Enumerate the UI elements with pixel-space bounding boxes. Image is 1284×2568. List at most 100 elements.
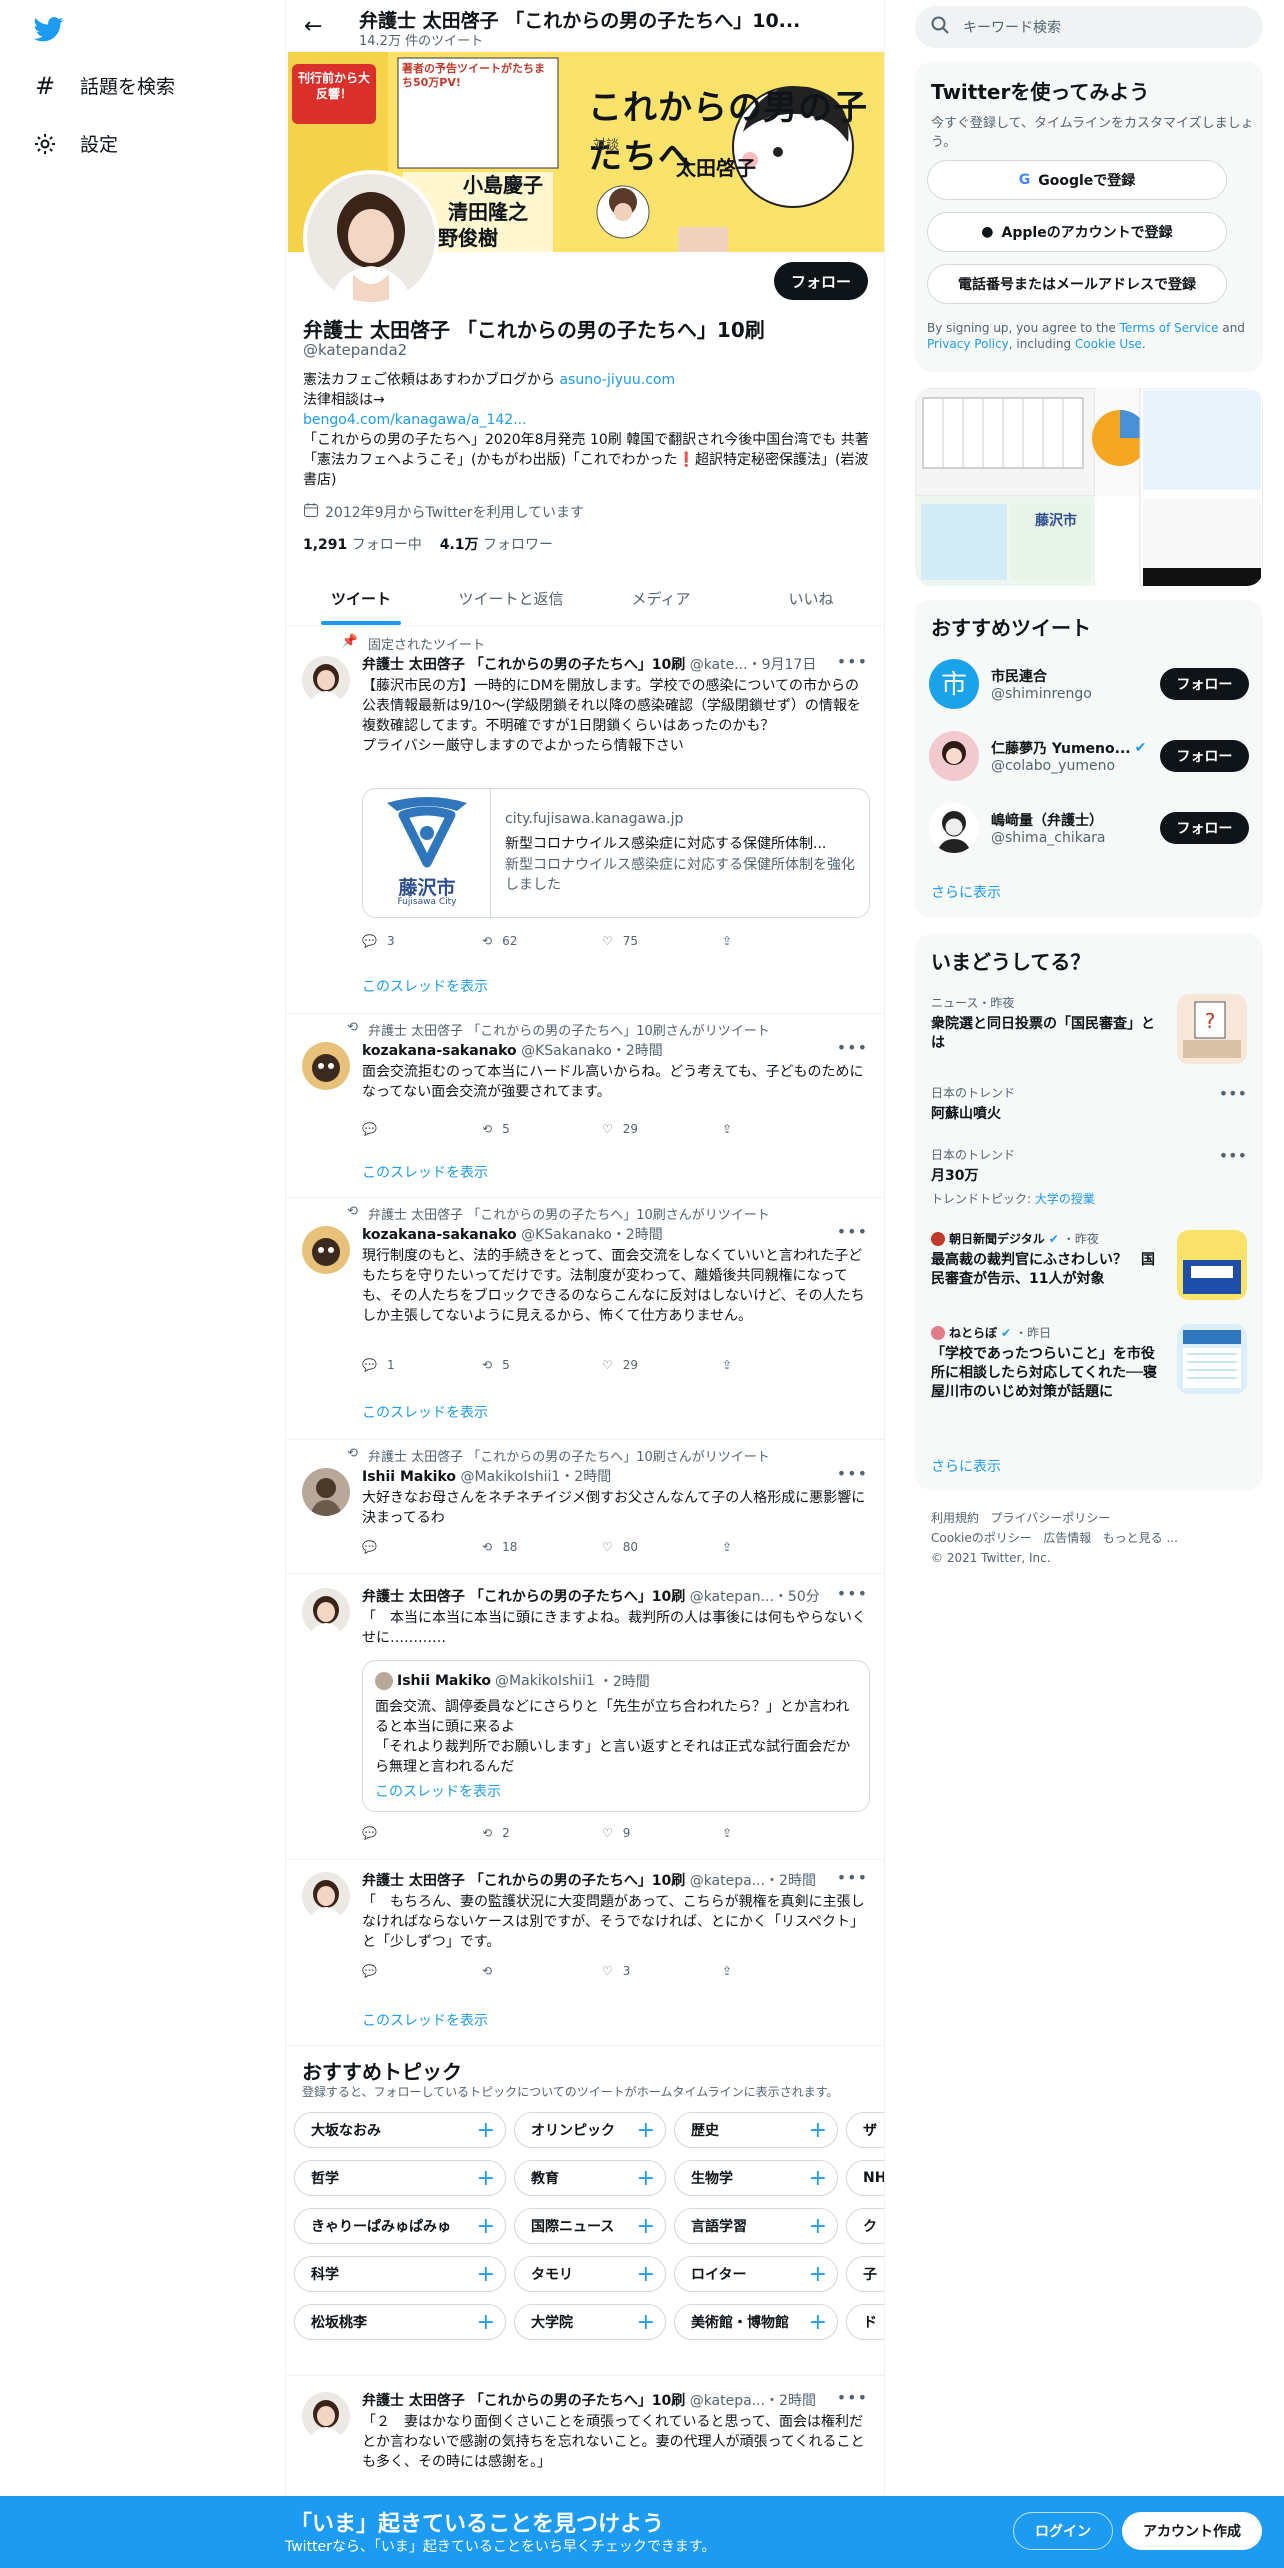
rec-follow-button[interactable]: フォロー [1159, 740, 1249, 772]
tweet-author[interactable]: 弁護士 太田啓子 「これからの男の子たちへ」10刷 [362, 1873, 685, 1889]
avatar[interactable] [302, 1042, 350, 1090]
topic-chip[interactable]: 生物学 + [674, 2160, 838, 2196]
avatar[interactable] [302, 1588, 350, 1636]
avatar[interactable] [302, 2392, 350, 2440]
rec-user-2[interactable]: 仁藤夢乃 Yumeno... ✔ @colabo_yumeno フォロー [929, 726, 1249, 786]
tweet-author[interactable]: 弁護士 太田啓子 「これからの男の子たちへ」10刷 [362, 657, 685, 673]
trend-item-3[interactable]: 日本のトレンド 月30万 トレンドトピック: 大学の授業 ••• [931, 1146, 1247, 1207]
topic-chip[interactable]: ザ [846, 2112, 884, 2148]
topic-chip[interactable]: オリンピック + [514, 2112, 666, 2148]
like-button[interactable]: ♡ 29 [602, 1358, 722, 1372]
topic-chip[interactable]: 美術館・博物館 + [674, 2304, 838, 2340]
followers-stat[interactable]: 4.1万 フォロワー [440, 534, 553, 554]
more-icon[interactable]: ••• [1219, 1146, 1247, 1165]
more-icon[interactable]: ••• [837, 652, 868, 671]
tweet-author[interactable]: kozakana-sakanako [362, 1043, 517, 1059]
like-button[interactable]: ♡ 3 [602, 1964, 722, 1978]
more-icon[interactable]: ••• [837, 2388, 868, 2407]
topic-chip[interactable]: 哲学 + [294, 2160, 506, 2196]
tweet-time[interactable]: ・2時間 [560, 1469, 611, 1485]
trend-item-5[interactable]: ねとらぼ ✔ ・昨日 「学校であったつらいこと」を市役所に相談したら対応してくれた─… [931, 1324, 1247, 1402]
topic-chip[interactable]: タモリ + [514, 2256, 666, 2292]
topic-chip[interactable]: 科学 + [294, 2256, 506, 2292]
bio-link-bengo4[interactable]: bengo4.com/kanagawa/a_142... [303, 410, 873, 430]
phone-signup-button[interactable]: 電話番号またはメールアドレスで登録 [927, 264, 1227, 304]
rec-user-1[interactable]: 市 市民連合 @shiminrengo フォロー [929, 654, 1249, 714]
rec-show-more-link[interactable]: さらに表示 [931, 882, 1001, 902]
tweet-time[interactable]: ・2時間 [612, 1227, 663, 1243]
topic-chip[interactable]: 子 [846, 2256, 884, 2292]
topic-chip[interactable]: 言語学習 + [674, 2208, 838, 2244]
more-icon[interactable]: ••• [1219, 1084, 1247, 1103]
share-button[interactable]: ⇪ [722, 1826, 762, 1840]
reply-button[interactable]: 💬 [362, 1540, 482, 1554]
tweet-author[interactable]: 弁護士 太田啓子 「これからの男の子たちへ」10刷 [362, 2393, 685, 2409]
show-thread-link[interactable]: このスレッドを表示 [362, 1162, 488, 1182]
back-arrow-icon[interactable]: ← [304, 14, 322, 39]
trend-item-2[interactable]: 日本のトレンド 阿蘇山噴火 ••• [931, 1084, 1247, 1124]
reply-button[interactable]: 💬 1 [362, 1358, 482, 1372]
quote-show-thread-link[interactable]: このスレッドを表示 [375, 1781, 501, 1801]
topic-chip[interactable]: 大学院 + [514, 2304, 666, 2340]
tweet-own-2[interactable]: 弁護士 太田啓子 「これからの男の子たちへ」10刷 @katepa...・2時間… [286, 1860, 884, 2046]
show-thread-link[interactable]: このスレッドを表示 [362, 1402, 488, 1422]
reply-button[interactable]: 💬 [362, 1122, 482, 1136]
retweet-button[interactable]: ⟲ 2 [482, 1826, 602, 1840]
trend-subtopic-link[interactable]: 大学の授業 [1035, 1192, 1095, 1206]
like-button[interactable]: ♡ 29 [602, 1122, 722, 1136]
tweet-time[interactable]: ・9月17日 [748, 657, 817, 673]
signup-button[interactable]: アカウント作成 [1122, 2512, 1262, 2550]
like-button[interactable]: ♡ 80 [602, 1540, 722, 1554]
following-stat[interactable]: 1,291 フォロー中 [303, 534, 422, 554]
avatar[interactable] [302, 656, 350, 704]
tab-media[interactable]: メディア [586, 572, 736, 625]
retweet-button[interactable]: ⟲ 18 [482, 1540, 602, 1554]
tweet-author[interactable]: kozakana-sakanako [362, 1227, 517, 1243]
login-button[interactable]: ログイン [1013, 2512, 1113, 2550]
share-button[interactable]: ⇪ [722, 1122, 762, 1136]
share-button[interactable]: ⇪ [722, 1964, 762, 1978]
retweet-button[interactable]: ⟲ 5 [482, 1122, 602, 1136]
topic-chip[interactable]: ロイター + [674, 2256, 838, 2292]
topic-chip[interactable]: 大坂なおみ + [294, 2112, 506, 2148]
retweet-button[interactable]: ⟲ 62 [482, 934, 602, 948]
share-button[interactable]: ⇪ [722, 934, 762, 948]
tweet-time[interactable]: ・50分 [774, 1589, 820, 1605]
show-thread-link[interactable]: このスレッドを表示 [362, 976, 488, 996]
more-icon[interactable]: ••• [837, 1038, 868, 1057]
avatar[interactable] [302, 1872, 350, 1920]
twitter-logo-icon[interactable] [32, 14, 66, 44]
tweet-retweet-1[interactable]: ⟲ 弁護士 太田啓子 「これからの男の子たちへ」10刷さんがリツイート kozak… [286, 1014, 884, 1198]
tweet-pinned[interactable]: 📌 固定されたツイート 弁護士 太田啓子 「これからの男の子たちへ」10刷 @ka… [286, 626, 884, 1014]
reply-button[interactable]: 💬 3 [362, 934, 482, 948]
nav-explore[interactable]: # 話題を検索 [32, 72, 175, 100]
terms-link[interactable]: Terms of Service [1120, 321, 1219, 335]
topic-chip[interactable]: 歴史 + [674, 2112, 838, 2148]
like-button[interactable]: ♡ 9 [602, 1826, 722, 1840]
share-button[interactable]: ⇪ [722, 1358, 762, 1372]
cookie-link[interactable]: Cookie Use [1075, 337, 1142, 351]
tweet-author[interactable]: Ishii Makiko [362, 1469, 456, 1485]
tweet-time[interactable]: ・2時間 [612, 1043, 663, 1059]
tweet-retweet-3[interactable]: ⟲ 弁護士 太田啓子 「これからの男の子たちへ」10刷さんがリツイート Ishii… [286, 1440, 884, 1574]
search-box[interactable]: キーワード検索 [915, 6, 1263, 48]
tweet-author[interactable]: 弁護士 太田啓子 「これからの男の子たちへ」10刷 [362, 1589, 685, 1605]
topic-chip[interactable]: きゃりーぱみゅぱみゅ + [294, 2208, 506, 2244]
footer-ads[interactable]: 広告情報 [1043, 1531, 1091, 1545]
tweet-time[interactable]: ・2時間 [765, 2393, 816, 2409]
tweet-with-quote[interactable]: 弁護士 太田啓子 「これからの男の子たちへ」10刷 @katepan...・50… [286, 1574, 884, 1860]
tab-tweets-replies[interactable]: ツイートと返信 [436, 572, 586, 625]
rec-follow-button[interactable]: フォロー [1159, 668, 1249, 700]
more-icon[interactable]: ••• [837, 1464, 868, 1483]
reply-button[interactable]: 💬 [362, 1964, 482, 1978]
footer-more[interactable]: もっと見る ... [1103, 1531, 1178, 1545]
tab-tweets[interactable]: ツイート [286, 572, 436, 625]
trends-show-more-link[interactable]: さらに表示 [931, 1456, 1001, 1476]
trend-item-4[interactable]: 朝日新聞デジタル ✔ ・昨夜 最高裁の裁判官にふさわしい？ 国民審査が告示、11人が… [931, 1230, 1247, 1300]
share-button[interactable]: ⇪ [722, 1540, 762, 1554]
quote-tweet[interactable]: Ishii Makiko @MakikoIshii1 ・2時間 面会交流、調停委員… [362, 1660, 870, 1812]
tweet-time[interactable]: ・2時間 [765, 1873, 816, 1889]
google-signup-button[interactable]: G Googleで登録 [927, 160, 1227, 200]
rec-follow-button[interactable]: フォロー [1159, 812, 1249, 844]
topic-chip[interactable]: ク [846, 2208, 884, 2244]
